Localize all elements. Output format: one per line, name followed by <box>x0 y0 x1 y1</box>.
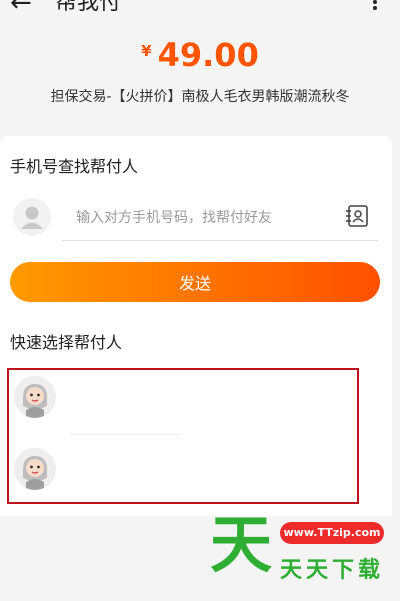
order-amount: ¥49.00 <box>0 36 400 74</box>
page-title: 帮我付 <box>55 0 122 15</box>
send-button[interactable]: 发送 <box>10 262 380 302</box>
watermark-glyph: 天 <box>210 508 273 581</box>
helper-list-item[interactable] <box>14 372 354 432</box>
phone-search-field <box>62 197 378 241</box>
phone-input[interactable] <box>62 201 332 235</box>
currency-symbol: ¥ <box>141 42 152 60</box>
row-divider <box>70 434 180 435</box>
user-placeholder-icon <box>13 198 51 236</box>
watermark-text: 天天下载 <box>280 558 385 583</box>
quick-select-title: 快速选择帮付人 <box>10 333 123 352</box>
cartoon-avatar-icon <box>14 448 56 490</box>
site-watermark: 天 www.TTzip.com 天天下载 <box>210 510 390 592</box>
top-nav-bar: ← 帮我付 <box>0 0 400 22</box>
helper-list-item[interactable] <box>14 444 354 504</box>
phone-search-title: 手机号查找帮付人 <box>10 157 139 176</box>
more-vertical-icon[interactable] <box>372 0 378 13</box>
cartoon-avatar-icon <box>14 376 56 418</box>
amount-value: 49.00 <box>157 36 259 74</box>
watermark-url: www.TTzip.com <box>280 522 384 544</box>
arrow-left-icon[interactable]: ← <box>10 0 32 16</box>
contact-book-icon[interactable] <box>344 203 370 229</box>
product-description: 担保交易-【火拼价】南极人毛衣男韩版潮流秋冬 <box>50 89 350 105</box>
